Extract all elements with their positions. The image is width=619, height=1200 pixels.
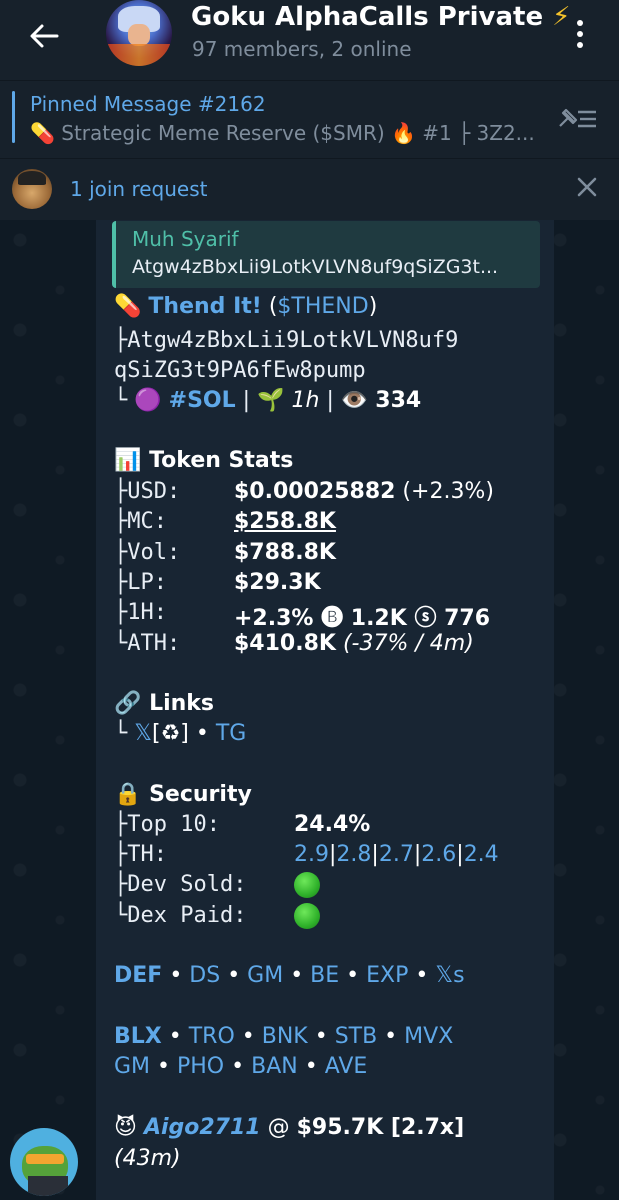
blx-link-gm[interactable]: GM	[114, 1054, 150, 1079]
purple-circle-icon: 🟣	[134, 388, 162, 413]
lock-icon: 🔒	[114, 782, 142, 807]
links-line: └ 𝕏[♻] • TG	[114, 721, 247, 746]
def-link-exp[interactable]: EXP	[366, 963, 408, 988]
chat-header: Goku AlphaCalls Private ⚡ 97 members, 2 …	[0, 0, 619, 80]
th-link[interactable]: 2.4	[464, 842, 499, 867]
security-key-th: ├TH:	[114, 842, 167, 867]
pinned-indicator	[12, 91, 15, 143]
token-name-line: 💊 Thend It! ($THEND)	[114, 294, 377, 319]
join-request-bar[interactable]: 1 join request	[0, 158, 619, 220]
blx-link-stb[interactable]: STB	[335, 1024, 378, 1049]
token-stats-heading: 📊 Token Stats	[114, 448, 294, 473]
caller-price: $95.7K [2.7x]	[296, 1115, 465, 1140]
pinned-text: 💊 Strategic Meme Reserve ($SMR) 🔥 #1 ├ 3…	[30, 121, 535, 145]
token-age: 1h	[291, 388, 320, 413]
security-value-top10: 24.4%	[294, 812, 371, 837]
pinned-title: Pinned Message #2162	[30, 92, 266, 116]
avatar	[12, 169, 52, 209]
contract-address-line1[interactable]: ├Atgw4zBbxLii9LotkVLVN8uf9	[114, 328, 458, 353]
stat-key-lp: ├LP:	[114, 570, 194, 595]
caller-line: 😈 Aigo2711 @ $95.7K [2.7x]	[114, 1115, 465, 1140]
stat-value-mc[interactable]: $258.8K	[234, 509, 336, 534]
green-circle-icon	[294, 903, 320, 929]
sender-avatar[interactable]	[10, 1128, 78, 1196]
more-menu-button[interactable]	[564, 14, 596, 54]
blx-link-ban[interactable]: BAN	[251, 1054, 298, 1079]
def-label[interactable]: DEF	[114, 963, 162, 988]
token-meta-line: └ 🟣 #SOL | 🌱 1h | 👁️ 334	[114, 388, 422, 413]
ticker-link[interactable]: $THEND	[277, 294, 368, 319]
security-heading: 🔒 Security	[114, 782, 252, 807]
stat-key-1h: ├1H:	[114, 600, 194, 625]
blx-link-bnk[interactable]: BNK	[262, 1024, 308, 1049]
chat-title[interactable]: Goku AlphaCalls Private ⚡	[191, 2, 570, 32]
pinned-list-icon[interactable]	[556, 104, 598, 134]
view-count: 334	[375, 388, 422, 413]
chain-hashtag[interactable]: #SOL	[169, 388, 236, 413]
arrow-left-icon	[30, 24, 59, 48]
blx-link-mvx[interactable]: MVX	[404, 1024, 453, 1049]
def-link-xs[interactable]: 𝕏s	[435, 963, 464, 988]
x-extra[interactable]: [♻]	[152, 721, 189, 746]
blx-link-tro[interactable]: TRO	[189, 1024, 235, 1049]
join-request-text: 1 join request	[70, 177, 208, 201]
th-link[interactable]: 2.8	[336, 842, 371, 867]
security-key-dex-paid: └Dex Paid:	[114, 903, 260, 928]
stat-key-mc: ├MC:	[114, 509, 194, 534]
blx-links-row: BLX • TRO • BNK • STB • MVX	[114, 1024, 454, 1049]
blx-label[interactable]: BLX	[114, 1024, 162, 1049]
security-key-dev-sold: ├Dev Sold:	[114, 872, 260, 897]
links-heading: 🔗 Links	[114, 691, 215, 716]
stat-value-1h: +2.3% 🅑 1.2K ⓢ 776	[234, 606, 491, 631]
stat-key-usd: ├USD:	[114, 479, 194, 504]
reply-quote[interactable]: Muh Syarif Atgw4zBbxLii9LotkVLVN8uf9qSiZ…	[112, 221, 540, 288]
security-value-dev-sold	[294, 872, 320, 898]
caller-time: (43m)	[114, 1146, 181, 1171]
seedling-icon: 🌱	[257, 388, 285, 413]
blx-link-ave[interactable]: AVE	[325, 1054, 368, 1079]
stat-value-vol: $788.8K	[234, 540, 336, 565]
member-count: 97 members, 2 online	[192, 37, 412, 61]
stat-key-vol: ├Vol:	[114, 540, 194, 565]
token-ticker: ($THEND)	[268, 294, 378, 319]
th-link[interactable]: 2.6	[421, 842, 456, 867]
link-icon: 🔗	[114, 691, 142, 716]
def-link-gm[interactable]: GM	[247, 963, 283, 988]
stat-value-usd: $0.00025882 (+2.3%)	[234, 479, 494, 504]
telegram-link[interactable]: TG	[216, 721, 247, 746]
def-link-ds[interactable]: DS	[189, 963, 220, 988]
def-links-row: DEF • DS • GM • BE • EXP • 𝕏s	[114, 963, 465, 988]
back-button[interactable]	[22, 14, 66, 58]
chart-icon: 📊	[114, 448, 142, 473]
caller-name-link[interactable]: Aigo2711	[144, 1115, 261, 1140]
token-name-link[interactable]: Thend It!	[148, 294, 261, 319]
close-icon[interactable]	[570, 170, 604, 204]
group-avatar[interactable]	[106, 0, 172, 66]
security-key-top10: ├Top 10:	[114, 812, 234, 837]
stat-value-lp: $29.3K	[234, 570, 321, 595]
eye-icon: 👁️	[340, 388, 369, 413]
contract-address-line2[interactable]: qSiZG3t9PA6fEw8pump	[114, 358, 366, 383]
stat-value-ath: $410.8K (-37% / 4m)	[234, 631, 474, 656]
x-link[interactable]: 𝕏	[134, 721, 152, 746]
stat-key-ath: └ATH:	[114, 631, 194, 656]
th-link[interactable]: 2.7	[379, 842, 414, 867]
reply-text: Atgw4zBbxLii9LotkVLVN8uf9qSiZG3t...	[132, 256, 499, 278]
pill-icon: 💊	[114, 294, 142, 319]
def-link-be[interactable]: BE	[310, 963, 339, 988]
green-circle-icon	[294, 872, 320, 898]
th-link[interactable]: 2.9	[294, 842, 329, 867]
blx-links-row-2: GM • PHO • BAN • AVE	[114, 1054, 368, 1079]
reply-sender-name: Muh Syarif	[132, 227, 239, 251]
devil-icon: 😈	[114, 1115, 137, 1140]
security-value-th: 2.9|2.8|2.7|2.6|2.4	[294, 842, 499, 867]
pinned-message-bar[interactable]: Pinned Message #2162 💊 Strategic Meme Re…	[0, 80, 619, 158]
blx-link-pho[interactable]: PHO	[177, 1054, 224, 1079]
security-value-dex-paid	[294, 903, 320, 929]
